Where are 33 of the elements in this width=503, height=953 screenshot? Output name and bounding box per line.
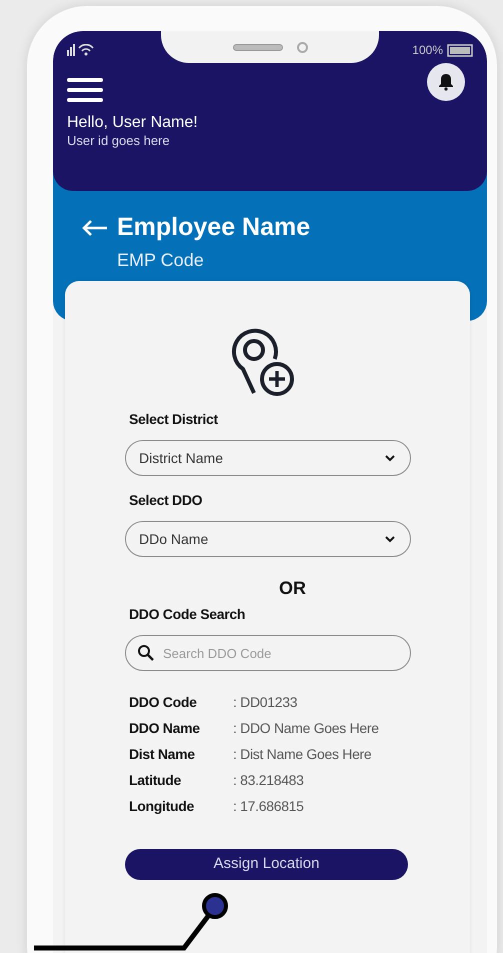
- dropdown[interactable]: DDo Name: [125, 521, 411, 557]
- bell-icon: [438, 73, 454, 91]
- field-label: Select District: [129, 410, 219, 429]
- page-title: Employee Name: [117, 212, 310, 243]
- detail-label: DDO Code: [129, 692, 198, 712]
- speaker-icon: [232, 44, 282, 50]
- separator-text: OR: [279, 577, 306, 600]
- chevron-down-icon: [384, 535, 396, 543]
- detail-label: DDO Name: [129, 718, 201, 738]
- detail-value: : DDO Name Goes Here: [233, 718, 379, 738]
- detail-value: : 83.218483: [233, 770, 304, 790]
- chevron-down-icon: [384, 454, 396, 462]
- detail-value: : DD01233: [233, 692, 298, 712]
- user-id-text: User id goes here: [67, 133, 171, 149]
- dropdown[interactable]: District Name: [125, 440, 411, 476]
- detail-value: : 17.686815: [233, 796, 304, 816]
- menu-icon[interactable]: [67, 77, 103, 103]
- camera-icon: [296, 42, 308, 52]
- field-label: DDO Code Search: [129, 605, 246, 624]
- detail-label: Dist Name: [129, 744, 196, 764]
- page-subtitle: EMP Code: [117, 248, 205, 272]
- search-icon: [137, 644, 155, 662]
- search-field[interactable]: Search DDO Code: [125, 635, 411, 671]
- back-arrow-icon[interactable]: [81, 218, 109, 237]
- battery-text: 100%: [412, 42, 443, 59]
- assign-location-button[interactable]: Assign Location: [125, 849, 408, 880]
- detail-label: Latitude: [129, 770, 182, 790]
- greeting-text: Hello, User Name!: [67, 113, 199, 133]
- field-label: Select DDO: [129, 491, 204, 510]
- notification-button[interactable]: [427, 63, 465, 101]
- detail-value: : Dist Name Goes Here: [233, 744, 372, 764]
- detail-label: Longitude: [129, 796, 195, 816]
- battery-icon: [447, 44, 473, 56]
